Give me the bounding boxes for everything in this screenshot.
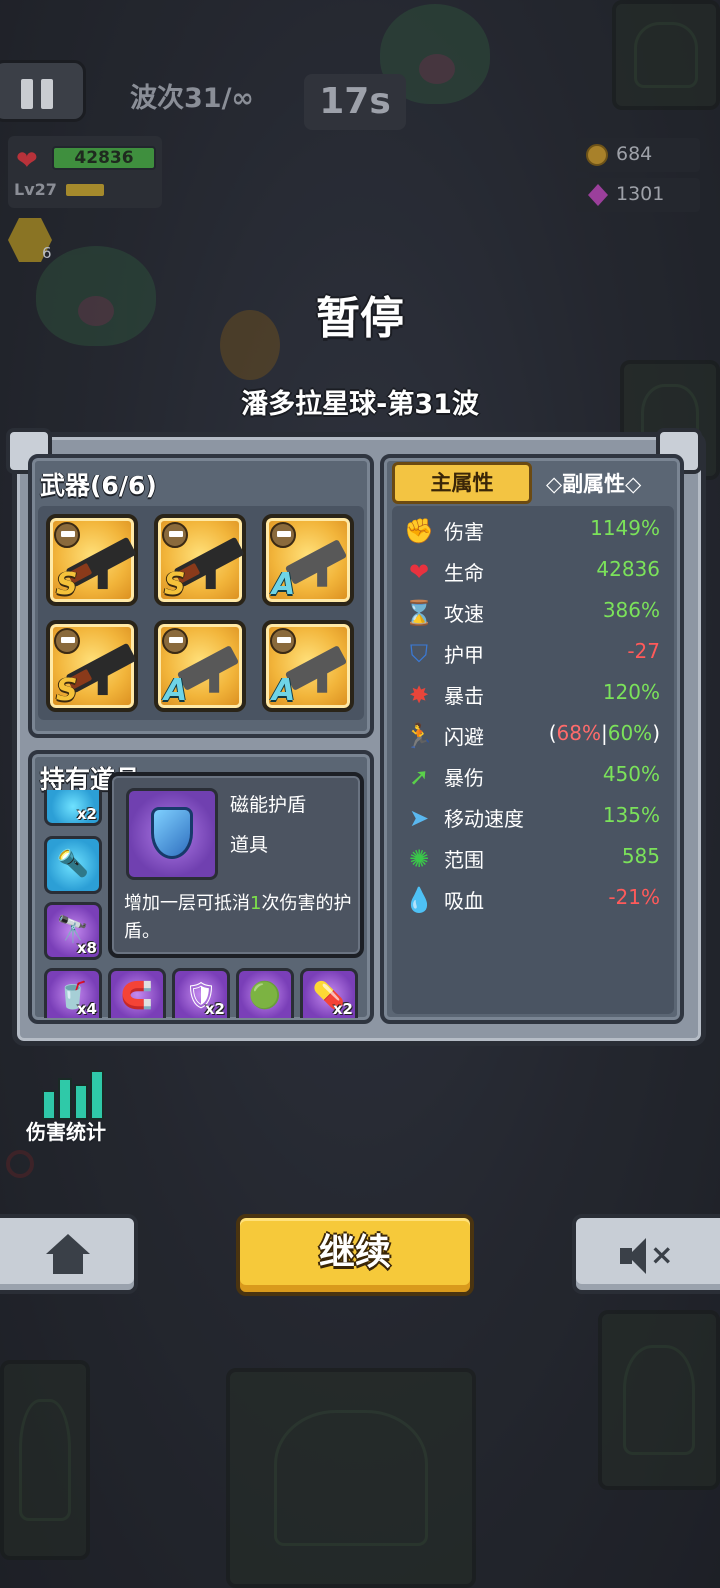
weapon-slot[interactable]: S (46, 620, 138, 712)
tab-main-attributes[interactable]: 主属性 (392, 462, 532, 504)
shield-icon: ⛉ (410, 640, 428, 668)
heart-icon: ❤ (408, 558, 430, 586)
stat-value: 135% (602, 803, 660, 827)
damage-stats-label[interactable]: 伤害统计 (26, 1116, 106, 1145)
item-slot[interactable]: 🛡 x2 (172, 968, 230, 1018)
speed-icon: ➤ (408, 804, 430, 832)
hp-bar: 42836 (52, 146, 156, 170)
fist-icon: ✊ (404, 517, 434, 545)
rank-badge: A (272, 567, 296, 602)
item-slot[interactable]: 💊 x2 (300, 968, 358, 1018)
damage-stats-icon[interactable] (40, 1060, 106, 1120)
home-icon (46, 1234, 90, 1274)
pistol-tag-icon (270, 522, 296, 548)
stat-row-range: ✺ 范围 585 (404, 840, 660, 876)
wave-timer: 17s (304, 74, 406, 130)
pistol-tag-icon (162, 522, 188, 548)
pause-button[interactable] (0, 60, 86, 122)
rank-badge: A (164, 673, 188, 708)
pistol-tag-icon (54, 522, 80, 548)
gem-value: 1301 (616, 183, 665, 205)
hourglass-icon: ⌛ (404, 599, 434, 627)
item-count: x2 (76, 805, 97, 823)
coin-counter: 684 (576, 138, 700, 172)
pause-icon (21, 79, 33, 109)
stat-value: 450% (602, 762, 660, 786)
wave-counter: 波次31/∞ (130, 83, 254, 114)
slime-icon: 🟢 (248, 981, 282, 1011)
tooltip-item-type: 道具 (230, 834, 269, 856)
level-label: Lv27 (14, 180, 57, 199)
stat-value: 386% (602, 598, 660, 622)
tab-sub-attributes[interactable]: ◇副属性◇ (546, 468, 641, 498)
item-tooltip: 磁能护盾 道具 增加一层可抵消1次伤害的护盾。 (108, 772, 364, 958)
magnetic-shield-icon (126, 788, 218, 880)
item-slot[interactable]: 🔭 x8 (44, 902, 102, 960)
item-count: x8 (76, 939, 97, 957)
item-slot[interactable]: 🔦 (44, 836, 102, 894)
stat-row-lifesteal: 💧 吸血 -21% (404, 885, 660, 914)
weapon-slot[interactable]: A (262, 514, 354, 606)
tooltip-description: 增加一层可抵消1次伤害的护盾。 (124, 893, 352, 942)
pistol-tag-icon (54, 628, 80, 654)
item-count: x2 (332, 1000, 353, 1018)
item-slot[interactable]: 🟢 (236, 968, 294, 1018)
heart-icon: ❤ (16, 146, 38, 176)
stat-value: 585 (621, 844, 660, 868)
pistol-tag-icon (162, 628, 188, 654)
weapon-badge-count: 6 (42, 244, 52, 262)
gem-icon (588, 184, 608, 206)
stat-value: 1149% (590, 516, 660, 540)
player-status: ❤ 42836 Lv27 (8, 136, 162, 208)
home-button[interactable] (0, 1214, 138, 1294)
stat-row-health: ❤ 生命 42836 (404, 553, 660, 589)
speaker-muted-icon: × (620, 1236, 673, 1276)
stat-row-crit: ✸ 暴击 120% (404, 676, 660, 712)
gem-counter: 1301 (576, 178, 700, 212)
weapon-slot[interactable]: A (154, 620, 246, 712)
rank-badge: S (164, 567, 186, 602)
dodge-icon: 🏃 (404, 722, 434, 750)
continue-button[interactable]: 继续 (236, 1214, 474, 1296)
weapons-title: 武器(6/6) (40, 471, 157, 500)
stat-value: (68%|60%) (548, 721, 660, 745)
crit-damage-icon: ➚ (408, 763, 430, 791)
stat-row-damage: ✊ 伤害 1149% (404, 516, 660, 545)
crit-icon: ✸ (408, 681, 430, 709)
stat-row-crit-damage: ➚ 暴伤 450% (404, 758, 660, 794)
rank-badge: S (56, 567, 78, 602)
coin-icon (586, 144, 608, 166)
rank-badge: S (56, 673, 78, 708)
stat-value: 42836 (596, 557, 660, 581)
lifesteal-icon: 💧 (404, 886, 434, 914)
pistol-tag-icon (270, 628, 296, 654)
stat-row-armor: ⛉ 护甲 -27 (404, 635, 660, 671)
stage-name: 潘多拉星球-第31波 (241, 389, 479, 420)
pause-title: 暂停 (316, 293, 404, 344)
stat-row-dodge: 🏃 闪避 (68%|60%) (404, 721, 660, 750)
rank-badge: A (272, 673, 296, 708)
weapon-slot[interactable]: S (154, 514, 246, 606)
range-icon: ✺ (408, 845, 430, 873)
tooltip-item-name: 磁能护盾 (230, 794, 307, 816)
torch-icon: 🔦 (56, 849, 90, 879)
mute-button[interactable]: × (572, 1214, 720, 1294)
item-count: x4 (76, 1000, 97, 1018)
item-count: x2 (204, 1000, 225, 1018)
item-slot[interactable]: 🧲 (108, 968, 166, 1018)
item-slot[interactable]: x2 (44, 790, 102, 826)
weapon-slot[interactable]: S (46, 514, 138, 606)
coin-value: 684 (616, 143, 653, 165)
stat-row-move-speed: ➤ 移动速度 135% (404, 799, 660, 835)
stat-row-attack-speed: ⌛ 攻速 386% (404, 598, 660, 627)
xp-bar (66, 184, 104, 196)
stat-value: 120% (602, 680, 660, 704)
magnet-icon: 🧲 (120, 981, 154, 1011)
item-slot[interactable]: 🥤 x4 (44, 968, 102, 1018)
tooltip-highlight: 1 (250, 893, 262, 914)
stat-value: -27 (627, 639, 660, 663)
weapon-slot[interactable]: A (262, 620, 354, 712)
stat-value: -21% (608, 885, 660, 909)
